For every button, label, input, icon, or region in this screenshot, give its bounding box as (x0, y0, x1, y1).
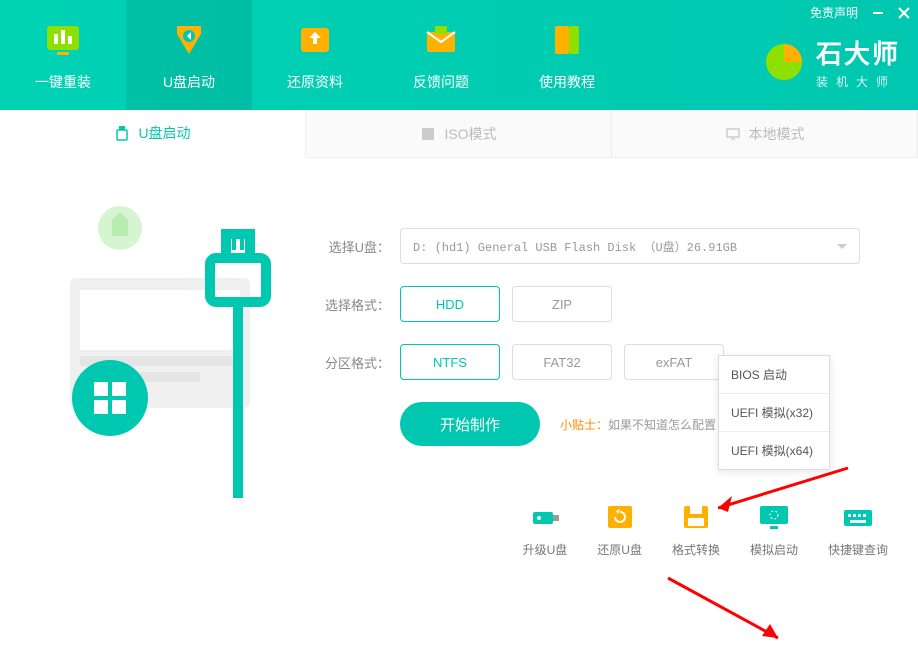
envelope-icon (419, 18, 463, 62)
titlebar: 免责声明 (810, 4, 910, 21)
main-content: 选择U盘： D: (hd1) General USB Flash Disk （U… (0, 158, 918, 578)
nav-label: 使用教程 (539, 72, 595, 92)
start-button[interactable]: 开始制作 (400, 402, 540, 446)
book-icon (545, 18, 589, 62)
fs-fat32[interactable]: FAT32 (512, 344, 612, 380)
nav-tutorial[interactable]: 使用教程 (504, 0, 630, 110)
tool-label: 还原U盘 (597, 541, 642, 558)
popup-bios[interactable]: BIOS 启动 (719, 356, 829, 393)
refresh-box-icon (598, 501, 642, 533)
tool-convert[interactable]: 格式转换 (672, 501, 720, 558)
tool-label: 升级U盘 (523, 541, 568, 558)
monitor-icon (725, 126, 741, 142)
upload-box-icon (293, 18, 337, 62)
main-nav: 一键重装 U盘启动 还原资料 反馈问题 使用教程 (0, 0, 630, 110)
illustration (20, 178, 300, 558)
iso-icon (420, 126, 436, 142)
disclaimer-link[interactable]: 免责声明 (810, 4, 858, 21)
popup-uefi64[interactable]: UEFI 模拟(x64) (719, 431, 829, 469)
nav-restore[interactable]: 还原资料 (252, 0, 378, 110)
udisk-label: 选择U盘： (320, 237, 390, 256)
format-zip[interactable]: ZIP (512, 286, 612, 322)
bar-chart-icon (41, 18, 85, 62)
nav-feedback[interactable]: 反馈问题 (378, 0, 504, 110)
mode-label: 本地模式 (749, 124, 805, 144)
tool-hotkeys[interactable]: 快捷键查询 (828, 501, 888, 558)
boot-popup: BIOS 启动 UEFI 模拟(x32) UEFI 模拟(x64) (718, 355, 830, 470)
minimize-icon[interactable] (872, 7, 884, 19)
tool-restore[interactable]: 还原U盘 (597, 501, 642, 558)
nav-label: U盘启动 (163, 72, 215, 92)
tip-head: 小贴士： (560, 418, 608, 432)
tool-label: 格式转换 (672, 541, 720, 558)
annotation-arrow-icon (658, 568, 798, 648)
header: 免责声明 一键重装 U盘启动 还原资料 反馈问题 使用教程 石大师 装机大师 (0, 0, 918, 110)
usb-drive-icon (523, 501, 567, 533)
format-hdd[interactable]: HDD (400, 286, 500, 322)
nav-label: 一键重装 (35, 72, 91, 92)
tool-label: 快捷键查询 (828, 541, 888, 558)
usb-icon (114, 125, 130, 141)
tip-text: 小贴士：如果不知道怎么配置 即可 (560, 416, 743, 433)
floppy-icon (674, 501, 718, 533)
fs-ntfs[interactable]: NTFS (400, 344, 500, 380)
tool-upgrade[interactable]: 升级U盘 (523, 501, 568, 558)
mode-label: U盘启动 (138, 123, 190, 143)
close-icon[interactable] (898, 7, 910, 19)
brand-name: 石大师 (816, 34, 900, 71)
nav-reinstall[interactable]: 一键重装 (0, 0, 126, 110)
mode-tabs: U盘启动 ISO模式 本地模式 (0, 110, 918, 158)
tool-label: 模拟启动 (750, 541, 798, 558)
mode-local[interactable]: 本地模式 (612, 110, 918, 157)
fs-exfat[interactable]: exFAT (624, 344, 724, 380)
monitor-icon (752, 501, 796, 533)
brand-logo: 石大师 装机大师 (762, 34, 900, 90)
popup-uefi32[interactable]: UEFI 模拟(x32) (719, 393, 829, 431)
mode-usb[interactable]: U盘启动 (0, 110, 306, 158)
nav-label: 反馈问题 (413, 72, 469, 92)
shield-icon (167, 18, 211, 62)
nav-usb-boot[interactable]: U盘启动 (126, 0, 252, 110)
tool-row: 升级U盘 还原U盘 格式转换 模拟启动 快捷键查询 (523, 501, 888, 558)
tool-simulate[interactable]: 模拟启动 (750, 501, 798, 558)
format-label: 选择格式： (320, 295, 390, 314)
fs-label: 分区格式： (320, 353, 390, 372)
logo-icon (762, 40, 806, 84)
keyboard-icon (836, 501, 880, 533)
mode-iso[interactable]: ISO模式 (306, 110, 612, 157)
udisk-select[interactable]: D: (hd1) General USB Flash Disk （U盘）26.9… (400, 228, 860, 264)
nav-label: 还原资料 (287, 72, 343, 92)
brand-sub: 装机大师 (816, 73, 900, 90)
mode-label: ISO模式 (444, 124, 496, 144)
